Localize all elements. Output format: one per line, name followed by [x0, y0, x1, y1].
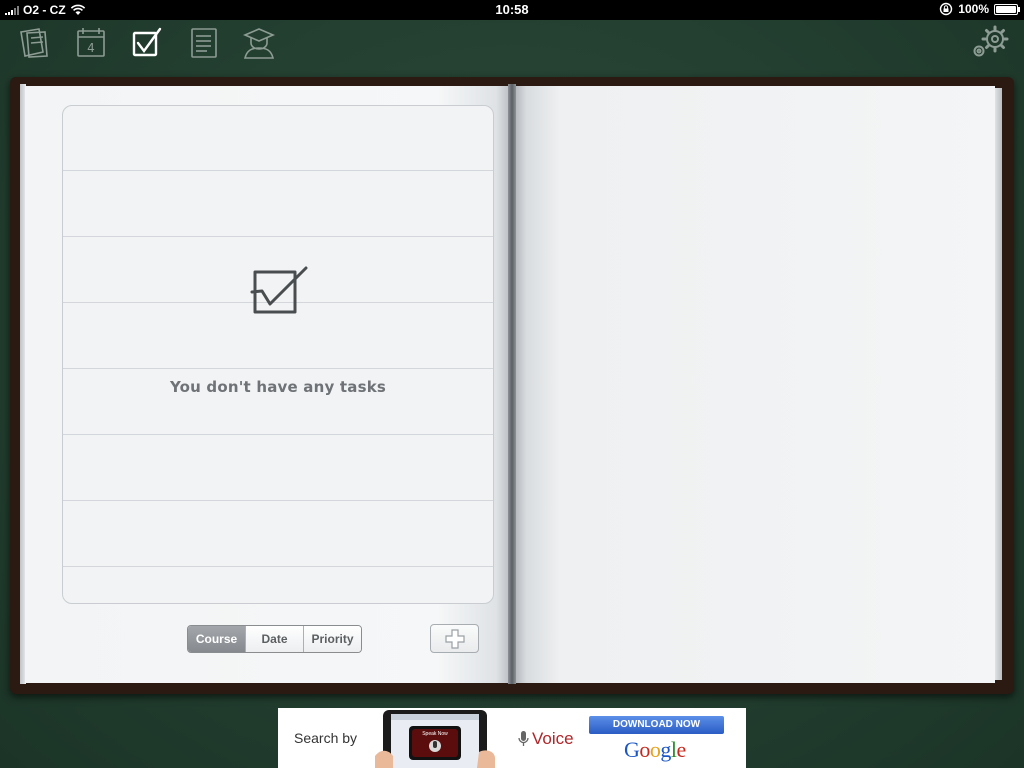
- logo-letter: G: [624, 737, 640, 762]
- ruled-line: [63, 236, 493, 237]
- logo-letter: g: [660, 737, 671, 762]
- battery-icon: [994, 3, 1020, 15]
- page-stack-right: [994, 88, 1002, 680]
- teachers-tab[interactable]: [240, 24, 278, 62]
- document-icon: [191, 28, 217, 58]
- ad-phone-screen-text: Speak Now: [422, 731, 448, 737]
- sort-segmented-control[interactable]: Course Date Priority: [187, 625, 362, 653]
- calendar-tab[interactable]: 4: [72, 24, 110, 62]
- sort-course-button[interactable]: Course: [188, 626, 245, 652]
- settings-button[interactable]: [968, 22, 1012, 62]
- logo-letter: o: [649, 737, 661, 762]
- notebooks-icon: [20, 28, 48, 58]
- checkbox-icon: [132, 27, 162, 57]
- sort-date-button[interactable]: Date: [245, 626, 303, 652]
- notebooks-tab[interactable]: [16, 24, 54, 62]
- right-page: [512, 86, 995, 683]
- task-list-panel[interactable]: You don't have any tasks: [62, 105, 494, 604]
- tasks-tab[interactable]: [127, 24, 165, 62]
- ad-google-logo: Google: [624, 737, 686, 763]
- logo-letter: o: [639, 737, 650, 762]
- ad-voice-label: Voice: [532, 729, 574, 748]
- microphone-icon: [518, 731, 529, 746]
- rotation-lock-icon: [940, 2, 953, 16]
- battery-fill: [996, 5, 1016, 13]
- ad-phone-image: Speak Now: [375, 708, 495, 768]
- status-time: 10:58: [495, 2, 529, 17]
- gears-icon: [973, 25, 1009, 57]
- graduate-icon: [242, 28, 276, 59]
- empty-tasks-checkbox-icon: [250, 266, 308, 314]
- ruled-line: [63, 434, 493, 435]
- add-task-button[interactable]: [430, 624, 479, 653]
- ad-download-button[interactable]: DOWNLOAD NOW: [589, 716, 724, 734]
- battery-percent: 100%: [958, 2, 989, 16]
- logo-letter: e: [676, 737, 687, 762]
- ruled-line: [63, 566, 493, 567]
- book-spine: [508, 84, 516, 684]
- calendar-icon: 4: [77, 28, 105, 57]
- ruled-line: [63, 500, 493, 501]
- status-right: 100%: [939, 2, 1020, 16]
- ad-search-text: Search by: [294, 730, 358, 746]
- calendar-day: 4: [87, 41, 95, 55]
- ruled-line: [63, 170, 493, 171]
- empty-tasks-message: You don't have any tasks: [169, 378, 387, 396]
- ruled-line: [63, 368, 493, 369]
- plus-icon: [444, 628, 465, 649]
- sort-priority-button[interactable]: Priority: [303, 626, 361, 652]
- ad-voice: Voice: [518, 729, 574, 749]
- notes-tab[interactable]: [184, 24, 222, 62]
- status-bar: O2 - CZ 10:58 100%: [0, 0, 1024, 20]
- ad-banner[interactable]: Search by Speak Now Voice DOWNLOAD NOW G…: [278, 708, 746, 768]
